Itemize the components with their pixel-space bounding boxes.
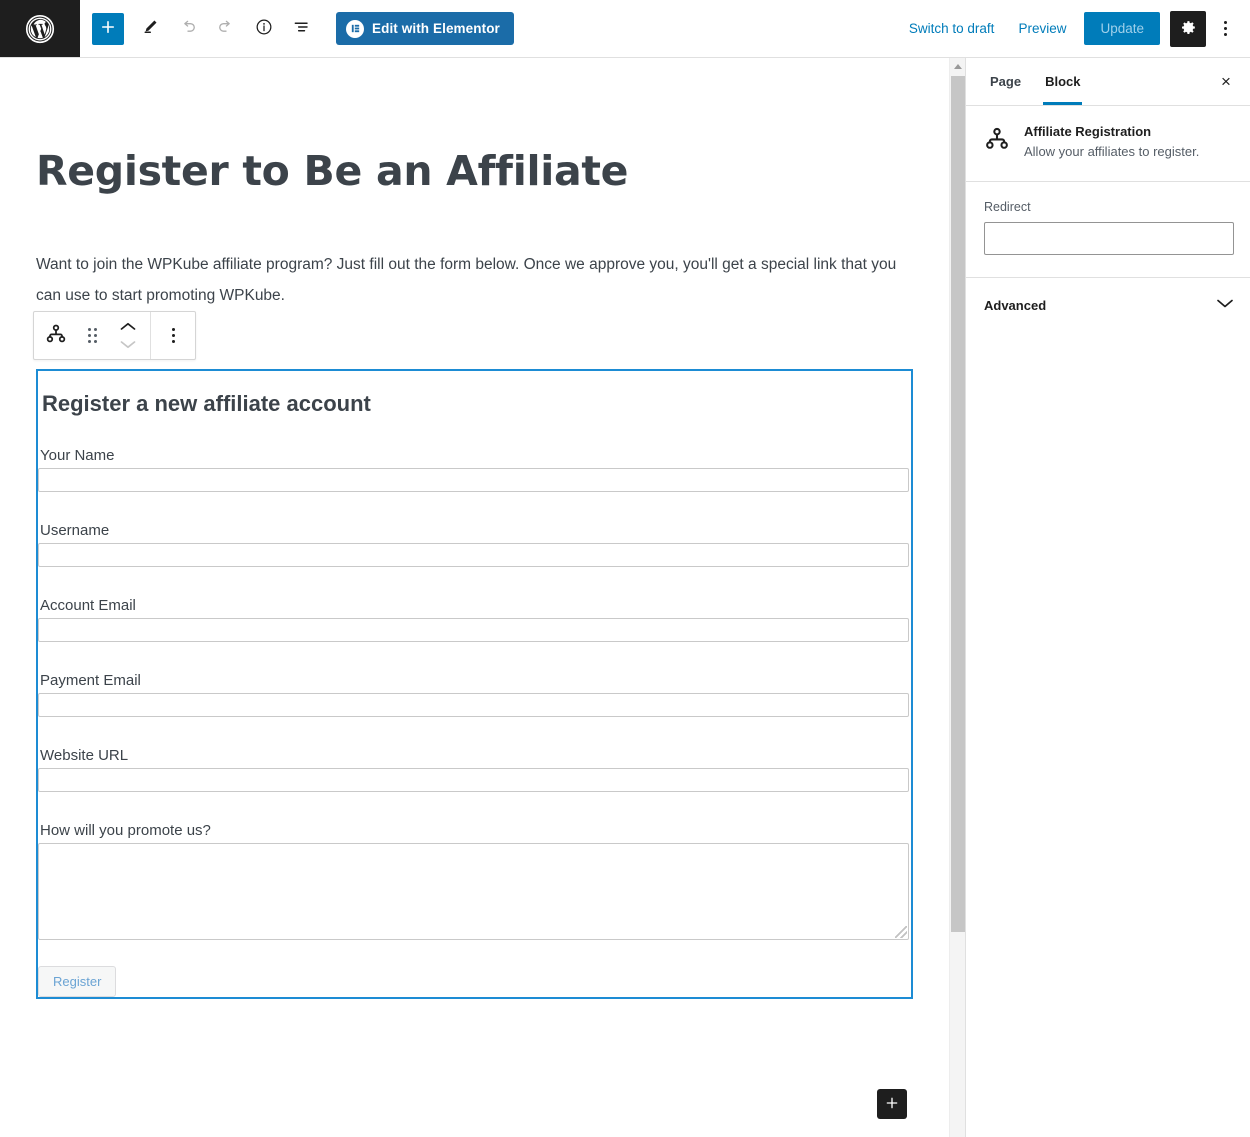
details-button[interactable] xyxy=(246,11,282,47)
bottom-block-inserter-button[interactable] xyxy=(877,1089,907,1119)
redo-arrow-icon xyxy=(216,17,236,40)
username-input[interactable] xyxy=(38,543,909,567)
sidebar-tab-bar: Page Block × xyxy=(966,58,1250,106)
vertical-ellipsis-icon xyxy=(171,328,175,343)
field-label: Your Name xyxy=(40,447,115,464)
header-right-toolbar: Switch to draft Preview Update xyxy=(899,10,1250,47)
advanced-label: Advanced xyxy=(984,297,1047,313)
your-name-input[interactable] xyxy=(38,468,909,492)
canvas-scrollbar[interactable] xyxy=(949,58,966,1137)
field-label: Payment Email xyxy=(40,672,141,689)
scrollbar-thumb[interactable] xyxy=(951,76,965,932)
elementor-logo-icon xyxy=(346,19,364,38)
undo-button[interactable] xyxy=(170,11,206,47)
field-label: Username xyxy=(40,522,110,539)
chevron-up-icon xyxy=(120,319,136,334)
website-url-input[interactable] xyxy=(38,768,909,792)
plus-icon xyxy=(99,18,117,39)
redirect-label: Redirect xyxy=(984,200,1031,215)
preview-button[interactable]: Preview xyxy=(1008,15,1076,42)
pencil-icon xyxy=(140,17,160,40)
block-toolbar-main-group xyxy=(34,312,150,359)
wordpress-logo-icon xyxy=(25,14,55,44)
settings-sidebar: Page Block × Affiliate Registration Allo… xyxy=(965,58,1250,1137)
textarea-wrapper xyxy=(38,843,909,940)
redo-button[interactable] xyxy=(208,11,244,47)
update-button[interactable]: Update xyxy=(1084,12,1160,45)
chevron-down-icon xyxy=(1216,296,1234,314)
block-drag-handle[interactable] xyxy=(74,312,110,359)
edit-tool-button[interactable] xyxy=(132,11,168,47)
header-left-toolbar: Edit with Elementor xyxy=(80,11,514,47)
scroll-up-arrow-icon[interactable] xyxy=(950,58,966,74)
form-heading: Register a new affiliate account xyxy=(42,391,371,416)
add-block-button[interactable] xyxy=(92,12,124,45)
block-toolbar-options-group xyxy=(151,312,195,359)
block-info-card: Affiliate Registration Allow your affili… xyxy=(966,106,1250,183)
affiliate-registration-icon xyxy=(984,124,1010,157)
plus-icon xyxy=(884,1095,900,1114)
info-circle-icon xyxy=(254,17,274,40)
post-title[interactable]: Register to Be an Affiliate xyxy=(36,147,628,195)
field-your-name: Your Name xyxy=(38,447,911,492)
editor-canvas: Register to Be an Affiliate Want to join… xyxy=(0,58,966,1137)
undo-arrow-icon xyxy=(178,17,198,40)
edit-with-elementor-label: Edit with Elementor xyxy=(372,21,500,36)
field-label: How will you promote us? xyxy=(40,822,211,839)
editor-header: Edit with Elementor Switch to draft Prev… xyxy=(0,0,1250,58)
switch-to-draft-button[interactable]: Switch to draft xyxy=(899,15,1005,42)
chevron-down-icon xyxy=(120,337,136,352)
promotion-method-textarea[interactable] xyxy=(38,843,909,940)
block-movers[interactable] xyxy=(110,312,146,359)
redirect-input[interactable] xyxy=(984,222,1234,256)
block-type-button[interactable] xyxy=(38,312,74,359)
field-promotion-method: How will you promote us? xyxy=(38,822,911,940)
settings-toggle-button[interactable] xyxy=(1170,10,1206,47)
field-username: Username xyxy=(38,522,911,567)
field-website-url: Website URL xyxy=(38,747,911,792)
redirect-setting-section: Redirect xyxy=(966,182,1250,279)
register-submit-button[interactable]: Register xyxy=(38,966,117,997)
drag-handle-icon xyxy=(87,328,97,343)
list-view-button[interactable] xyxy=(284,11,320,47)
intro-paragraph-block[interactable]: Want to join the WPKube affiliate progra… xyxy=(36,249,906,311)
field-account-email: Account Email xyxy=(38,597,911,642)
affiliate-registration-icon xyxy=(45,323,67,348)
field-label: Website URL xyxy=(40,747,129,764)
gear-icon xyxy=(1179,18,1198,40)
affiliate-registration-block[interactable]: Register a new affiliate account Your Na… xyxy=(36,369,913,999)
account-email-input[interactable] xyxy=(38,618,909,642)
field-label: Account Email xyxy=(40,597,136,614)
block-title: Affiliate Registration xyxy=(1024,124,1152,139)
block-description: Allow your affiliates to register. xyxy=(1024,144,1200,159)
wordpress-logo-button[interactable] xyxy=(0,0,80,57)
close-sidebar-button[interactable]: × xyxy=(1210,66,1242,98)
tab-block[interactable]: Block xyxy=(1033,58,1092,105)
edit-with-elementor-button[interactable]: Edit with Elementor xyxy=(336,12,514,45)
advanced-panel-toggle[interactable]: Advanced xyxy=(966,278,1250,333)
field-payment-email: Payment Email xyxy=(38,672,911,717)
submit-row: Register xyxy=(38,966,911,997)
block-options-button[interactable] xyxy=(155,312,191,359)
tab-page[interactable]: Page xyxy=(978,58,1033,105)
block-toolbar xyxy=(33,311,196,360)
vertical-ellipsis-icon xyxy=(1223,21,1227,36)
list-view-icon xyxy=(292,17,312,40)
more-options-button[interactable] xyxy=(1210,11,1240,47)
payment-email-input[interactable] xyxy=(38,693,909,717)
block-info-text: Affiliate Registration Allow your affili… xyxy=(1024,124,1199,161)
